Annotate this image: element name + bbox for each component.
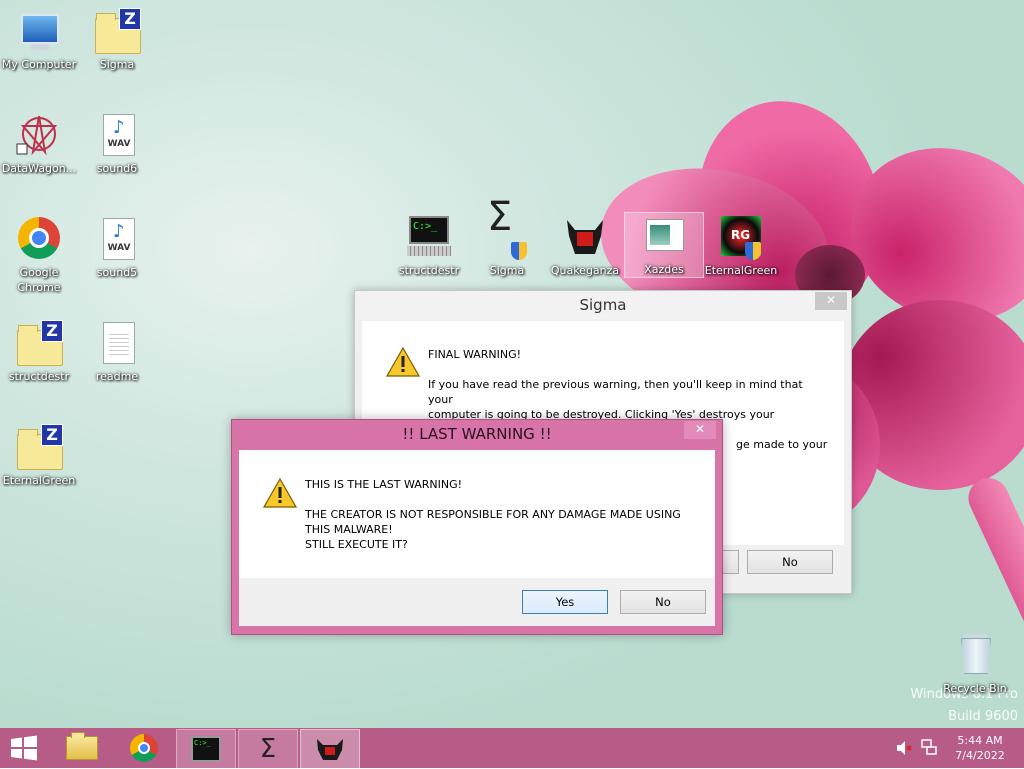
recycle-bin-icon [951, 632, 999, 678]
network-icon[interactable] [920, 738, 938, 756]
desktop-icon-eternalgreen-folder[interactable]: Z EternalGreen [0, 424, 78, 488]
computer-icon [15, 8, 63, 54]
desktop-icon-eternalgreen-exe[interactable]: RG EternalGreen [702, 214, 780, 278]
desktop-icon-label: EternalGreen [704, 264, 778, 277]
desktop-icon-label: sound6 [96, 162, 138, 175]
desktop-icon-my-computer[interactable]: My Computer [0, 8, 78, 72]
last-warning-close-button[interactable]: ✕ [684, 421, 716, 439]
desktop-icon-datawagon[interactable]: DataWagon... [0, 112, 78, 176]
sigma-icon: Σ [483, 197, 531, 260]
desktop-icon-label: EternalGreen [2, 474, 76, 487]
desktop-icon-label: Xazdes [644, 263, 684, 276]
chrome-icon [15, 216, 63, 262]
desktop-icon-label: sound5 [96, 266, 138, 279]
clock-time: 5:44 AM [957, 734, 1003, 747]
desktop-icon-structdestr-exe[interactable]: C:>_ structdestr [390, 214, 468, 278]
sigma-dialog-title: Sigma [579, 296, 627, 314]
sigma-icon: Σ [259, 734, 277, 764]
window-icon [640, 213, 688, 259]
desktop-icon-label: Sigma [99, 58, 135, 71]
chrome-icon [130, 734, 158, 762]
wav-file-icon: ♪ WAV [93, 216, 141, 262]
desktop: Windows 8.1 Pro Build 9600 My Computer Z… [0, 0, 1024, 728]
zip-folder-icon: Z [15, 424, 63, 470]
taskbar-sigma[interactable]: Σ [238, 729, 298, 769]
eternalgreen-icon: RG [717, 214, 765, 260]
warning-icon [263, 478, 297, 508]
last-warning-dialog: !! LAST WARNING !! ✕ THIS IS THE LAST WA… [231, 419, 723, 635]
desktop-icon-label: structdestr [8, 370, 70, 383]
clock-date: 7/4/2022 [955, 749, 1005, 762]
desktop-icon-label: Google Chrome [17, 266, 61, 294]
desktop-icon-label: Recycle Bin [943, 682, 1007, 695]
desktop-icon-sound6[interactable]: ♪ WAV sound6 [78, 112, 156, 176]
last-warning-message: THIS IS THE LAST WARNING! THE CREATOR IS… [305, 478, 681, 551]
desktop-icon-google-chrome[interactable]: Google Chrome [0, 216, 78, 295]
wav-file-icon: ♪ WAV [93, 112, 141, 158]
desktop-icon-label: structdestr [398, 264, 460, 277]
start-button[interactable] [0, 729, 48, 767]
datawagon-icon [15, 112, 63, 158]
taskbar-structdestr[interactable]: C:>_ [176, 729, 236, 769]
folder-icon [66, 732, 98, 760]
taskbar: C:>_ Σ 5:44 AM 7/4/2022 [0, 728, 1024, 769]
zip-folder-icon: Z [15, 320, 63, 366]
last-warning-titlebar[interactable]: !! LAST WARNING !! ✕ [232, 420, 722, 448]
no-button[interactable]: No [620, 590, 706, 614]
sigma-close-button[interactable]: ✕ [815, 292, 847, 310]
sigma-no-button[interactable]: No [747, 550, 833, 574]
demon-icon [561, 214, 609, 260]
zip-folder-icon: Z [93, 8, 141, 54]
desktop-icon-readme[interactable]: readme [78, 320, 156, 384]
desktop-icon-xazdes[interactable]: Xazdes [624, 212, 704, 278]
desktop-icon-structdestr-folder[interactable]: Z structdestr [0, 320, 78, 384]
volume-muted-icon[interactable] [896, 740, 912, 756]
desktop-icon-sigma-folder[interactable]: Z Sigma [78, 8, 156, 72]
taskbar-file-explorer[interactable] [54, 729, 110, 767]
desktop-icon-label: readme [95, 370, 139, 383]
windows-logo-icon [11, 735, 37, 761]
last-warning-title: !! LAST WARNING !! [402, 425, 552, 443]
terminal-icon: C:>_ [191, 736, 221, 762]
text-file-icon [93, 320, 141, 366]
taskbar-chrome[interactable] [116, 729, 172, 767]
last-warning-content: THIS IS THE LAST WARNING! THE CREATOR IS… [239, 450, 715, 578]
clock[interactable]: 5:44 AM 7/4/2022 [944, 733, 1016, 763]
yes-button[interactable]: Yes [522, 590, 608, 614]
desktop-icon-label: Quakeganza [550, 264, 620, 277]
warning-icon [386, 347, 420, 377]
demon-icon [317, 739, 343, 760]
desktop-icon-label: Sigma [489, 264, 525, 277]
desktop-icon-quakeganza[interactable]: Quakeganza [546, 214, 624, 278]
desktop-icon-sound5[interactable]: ♪ WAV sound5 [78, 216, 156, 280]
desktop-icon-label: My Computer [1, 58, 77, 71]
watermark-build: Build 9600 [948, 709, 1018, 724]
desktop-icon-recycle-bin[interactable]: Recycle Bin [936, 632, 1014, 696]
desktop-icon-sigma-exe[interactable]: Σ Sigma [468, 197, 546, 278]
sigma-dialog-titlebar[interactable]: Sigma ✕ [355, 291, 851, 319]
taskbar-quakeganza[interactable] [300, 729, 360, 769]
desktop-icon-label: DataWagon... [1, 162, 77, 175]
terminal-icon: C:>_ [405, 214, 453, 260]
